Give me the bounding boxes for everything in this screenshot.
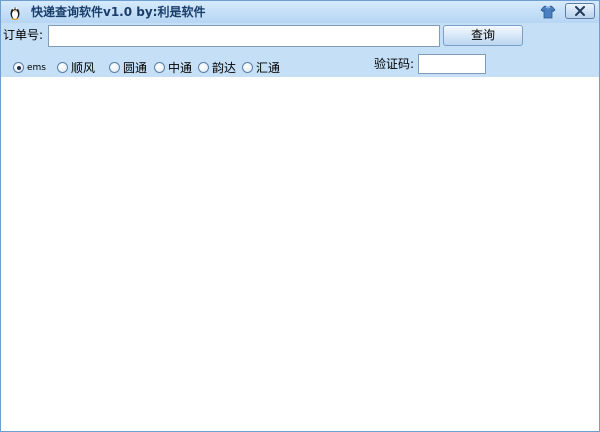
app-window: 快递查询软件v1.0 by:利是软件 订单号: 查询 ems 顺风 圆通 中通 … [0, 0, 600, 432]
carrier-label: ems [27, 63, 46, 73]
window-title: 快递查询软件v1.0 by:利是软件 [31, 5, 206, 19]
radio-button[interactable] [57, 62, 68, 73]
close-button[interactable] [565, 3, 595, 19]
captcha-label: 验证码: [374, 57, 415, 71]
carrier-label: 顺风 [71, 61, 96, 75]
order-number-label: 订单号: [3, 28, 44, 42]
radio-button[interactable] [154, 62, 165, 73]
carrier-label: 汇通 [256, 61, 281, 75]
penguin-icon [9, 4, 21, 20]
radio-button[interactable] [13, 62, 24, 73]
order-number-input[interactable] [48, 25, 440, 47]
carrier-label: 圆通 [123, 61, 148, 75]
title-bar[interactable]: 快递查询软件v1.0 by:利是软件 [1, 1, 599, 23]
captcha-input[interactable] [418, 54, 486, 74]
carrier-label: 中通 [168, 61, 193, 75]
radio-button[interactable] [242, 62, 253, 73]
query-toolbar: 订单号: 查询 ems 顺风 圆通 中通 韵达 汇通 验证码: [1, 23, 599, 77]
skin-shirt-icon[interactable] [540, 4, 556, 20]
query-button[interactable]: 查询 [443, 25, 523, 46]
carrier-label: 韵达 [212, 61, 237, 75]
result-display-area[interactable] [1, 77, 599, 431]
close-icon [575, 6, 585, 16]
radio-button[interactable] [198, 62, 209, 73]
radio-button[interactable] [109, 62, 120, 73]
